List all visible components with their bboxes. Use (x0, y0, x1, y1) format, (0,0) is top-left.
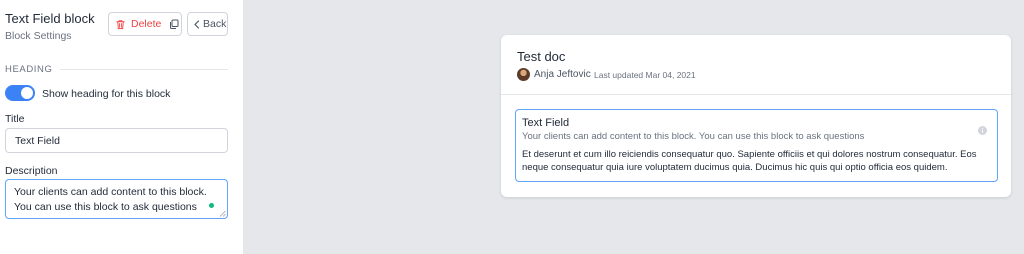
chevron-left-icon (194, 19, 200, 29)
sidebar-title: Text Field block (5, 11, 95, 26)
status-dot (209, 203, 214, 208)
show-heading-toggle-label: Show heading for this block (42, 88, 171, 100)
description-text: Your clients can add content to this blo… (14, 186, 207, 213)
delete-label: Delete (131, 18, 162, 30)
toggle-knob (21, 87, 33, 99)
document-title: Test doc (517, 49, 566, 64)
block-settings-sidebar: Text Field block Block Settings Delete B… (0, 0, 244, 254)
section-divider (60, 69, 228, 70)
block-title: Text Field (522, 117, 570, 129)
title-field-label: Title (5, 113, 25, 125)
show-heading-toggle[interactable] (5, 85, 35, 101)
description-textarea[interactable]: Your clients can add content to this blo… (5, 179, 228, 219)
avatar (517, 68, 530, 81)
back-button[interactable]: Back (187, 12, 228, 36)
heading-section-header: HEADING (5, 64, 228, 75)
document-preview-card: Test doc Anja Jeftovic Last updated Mar … (501, 35, 1011, 197)
back-label: Back (203, 18, 227, 30)
last-updated: Last updated Mar 04, 2021 (594, 70, 696, 80)
trash-icon (116, 19, 125, 29)
delete-button[interactable]: Delete (108, 12, 182, 36)
description-field-label: Description (5, 165, 58, 177)
info-icon (978, 126, 987, 135)
resize-handle-icon[interactable] (219, 210, 226, 217)
text-field-block[interactable]: Text Field Your clients can add content … (515, 109, 998, 182)
card-divider (501, 94, 1011, 95)
copy-icon[interactable] (169, 19, 179, 29)
sidebar-subtitle: Block Settings (5, 30, 72, 42)
block-description: Your clients can add content to this blo… (522, 131, 865, 142)
author-name: Anja Jeftovic (534, 69, 591, 80)
block-body-text: Et deserunt et cum illo reiciendis conse… (522, 149, 977, 173)
title-input[interactable] (5, 128, 228, 153)
section-heading-label: HEADING (5, 64, 53, 75)
